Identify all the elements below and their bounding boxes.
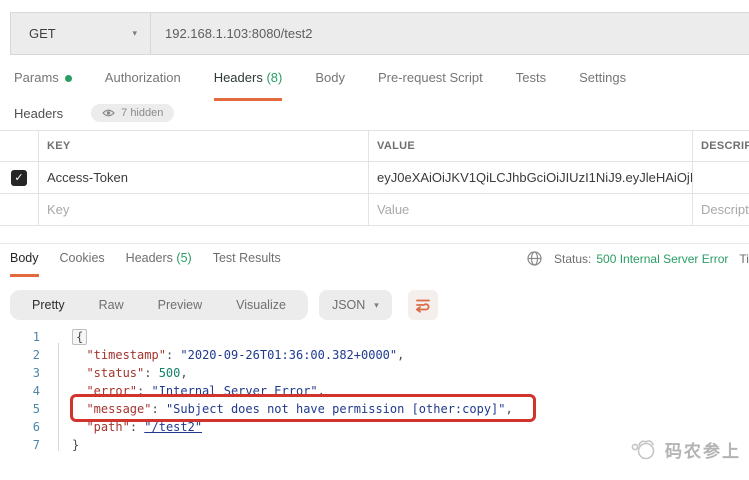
view-mode-switcher: Pretty Raw Preview Visualize <box>10 290 308 320</box>
url-input[interactable]: 192.168.1.103:8080/test2 <box>151 13 749 54</box>
tab-headers-badge: (8) <box>266 70 283 85</box>
view-tab-raw[interactable]: Raw <box>82 290 141 320</box>
section-divider <box>0 243 749 244</box>
code-line: 4 "error": "Internal Server Error", <box>0 382 749 400</box>
line-number: 6 <box>32 420 40 434</box>
view-tab-preview[interactable]: Preview <box>141 290 219 320</box>
column-header-value: VALUE <box>368 131 692 161</box>
response-tab-headers-badge: (5) <box>176 251 192 265</box>
response-tab-test-results[interactable]: Test Results <box>213 251 281 277</box>
table-placeholder-row: Key Value Description <box>0 194 749 226</box>
tab-params[interactable]: Params <box>14 70 72 98</box>
header-row-checkbox[interactable]: ✓ <box>11 169 27 186</box>
column-header-key: KEY <box>38 131 368 161</box>
value-placeholder-input[interactable]: Value <box>368 194 692 225</box>
wrap-text-icon <box>415 299 430 313</box>
code-line: 6 "path": "/test2" <box>0 418 749 436</box>
watermark-mascot-icon <box>631 440 655 460</box>
code-line: 5 "message": "Subject does not have perm… <box>0 400 749 418</box>
line-number: 7 <box>32 438 40 452</box>
response-tabs: Body Cookies Headers (5) Test Results <box>10 251 302 277</box>
view-tab-visualize[interactable]: Visualize <box>219 290 303 320</box>
code-line: 1{ <box>0 328 749 346</box>
response-tab-cookies[interactable]: Cookies <box>60 251 105 277</box>
tab-tests-label: Tests <box>515 70 547 85</box>
tab-pre-request-script-label: Pre-request Script <box>377 70 483 85</box>
response-status-bar: Status: 500 Internal Server Error Time: <box>527 251 749 266</box>
globe-icon <box>527 251 542 266</box>
request-url-bar: GET ▾ 192.168.1.103:8080/test2 <box>10 12 749 55</box>
table-row: ✓ Access-Token eyJ0eXAiOiJKV1QiLCJhbGciO… <box>0 162 749 194</box>
method-value: GET <box>29 26 56 41</box>
tab-authorization[interactable]: Authorization <box>105 70 181 98</box>
tab-params-label: Params <box>14 70 59 85</box>
watermark-text: 码农参上 <box>665 442 741 461</box>
chevron-down-icon: ▾ <box>374 299 379 310</box>
view-tab-pretty[interactable]: Pretty <box>15 290 82 320</box>
line-number: 3 <box>32 366 40 380</box>
code-lines: 1{2 "timestamp": "2020-09-26T01:36:00.38… <box>0 328 749 454</box>
header-key-cell[interactable]: Access-Token <box>38 162 368 193</box>
header-value-cell[interactable]: eyJ0eXAiOiJKV1QiLCJhbGciOiJIUzI1NiJ9.eyJ… <box>368 162 692 193</box>
response-tab-headers-label: Headers <box>125 251 173 265</box>
method-select[interactable]: GET ▾ <box>11 13 151 54</box>
tab-headers-label: Headers <box>213 70 263 85</box>
headers-table: KEY VALUE DESCRIPTION ✓ Access-Token eyJ… <box>0 130 749 226</box>
watermark: 码农参上 <box>628 437 741 462</box>
params-active-dot-icon <box>64 75 72 82</box>
header-description-cell[interactable] <box>692 162 749 193</box>
column-header-description: DESCRIPTION <box>692 131 749 161</box>
tab-settings-label: Settings <box>579 70 627 85</box>
tab-tests[interactable]: Tests <box>516 70 546 98</box>
response-tab-headers[interactable]: Headers (5) <box>126 251 192 277</box>
table-header-row: KEY VALUE DESCRIPTION <box>0 131 749 162</box>
key-placeholder-input[interactable]: Key <box>38 194 368 225</box>
tab-body-label: Body <box>315 70 345 85</box>
response-format-select[interactable]: JSON ▾ <box>318 290 392 320</box>
line-number: 5 <box>32 402 40 416</box>
status-label: Status: <box>554 251 592 266</box>
request-tabs: Params Authorization Headers (8) Body Pr… <box>14 70 659 101</box>
tab-body[interactable]: Body <box>315 70 345 98</box>
select-all-cell <box>0 131 38 161</box>
response-format-value: JSON <box>331 298 366 312</box>
tab-authorization-label: Authorization <box>104 70 181 85</box>
chevron-down-icon: ▾ <box>132 28 137 38</box>
wrap-text-button[interactable] <box>407 290 438 320</box>
hidden-headers-toggle[interactable]: 7 hidden <box>91 104 175 122</box>
eye-icon <box>102 109 115 117</box>
line-number: 4 <box>32 384 40 398</box>
fold-guide-line <box>58 343 59 451</box>
code-line: 3 "status": 500, <box>0 364 749 382</box>
headers-section-bar: Headers 7 hidden <box>14 104 175 122</box>
tab-headers[interactable]: Headers (8) <box>213 70 283 101</box>
hidden-headers-label: 7 hidden <box>121 107 164 119</box>
tab-pre-request-script[interactable]: Pre-request Script <box>378 70 483 98</box>
description-placeholder-input[interactable]: Description <box>692 194 749 225</box>
placeholder-checkbox-cell <box>0 194 38 225</box>
line-number: 1 <box>32 330 40 344</box>
code-line: 2 "timestamp": "2020-09-26T01:36:00.382+… <box>0 346 749 364</box>
response-toolbar: Pretty Raw Preview Visualize JSON ▾ <box>10 290 438 320</box>
time-label: Time: <box>739 251 749 266</box>
tab-settings[interactable]: Settings <box>579 70 626 98</box>
status-value[interactable]: 500 Internal Server Error <box>596 252 728 266</box>
response-body-viewer[interactable]: 1{2 "timestamp": "2020-09-26T01:36:00.38… <box>0 328 749 454</box>
line-number: 2 <box>32 348 40 362</box>
response-tab-body[interactable]: Body <box>10 251 39 277</box>
headers-section-title: Headers <box>14 105 64 121</box>
